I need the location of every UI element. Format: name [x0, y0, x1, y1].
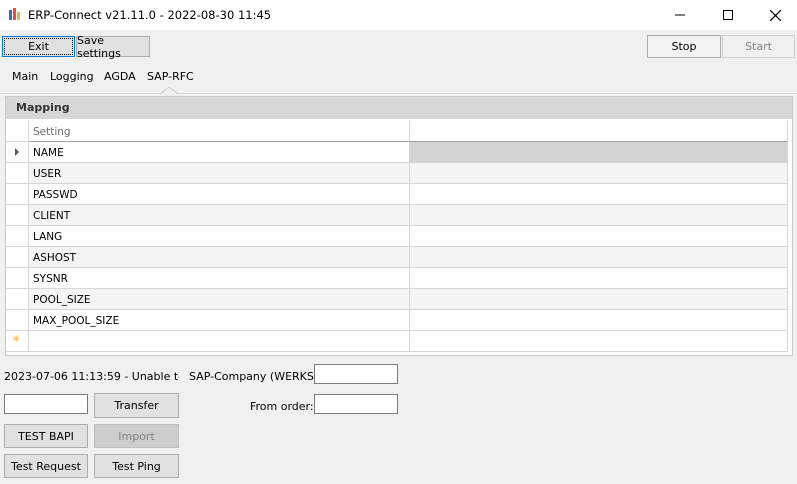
maximize-icon — [723, 10, 733, 20]
value-cell[interactable] — [410, 268, 788, 289]
from-order-input[interactable] — [314, 394, 398, 414]
start-button[interactable]: Start — [722, 35, 795, 58]
close-icon — [769, 9, 781, 21]
value-cell[interactable] — [410, 142, 788, 163]
row-header[interactable] — [6, 163, 29, 184]
tab-sap-rfc[interactable]: SAP-RFC — [147, 70, 194, 83]
new-row-header[interactable]: ✳ — [6, 331, 29, 352]
setting-cell[interactable]: PASSWD — [29, 184, 410, 205]
row-header[interactable] — [6, 247, 29, 268]
mapping-panel: Mapping Setting NAME USER PASSWD CLIENT LANG A… — [5, 96, 793, 356]
window-title: ERP-Connect v21.11.0 - 2022-08-30 11:45 — [28, 8, 272, 22]
mapping-header: Mapping — [6, 97, 792, 119]
sap-company-label: SAP-Company (WERKS): — [189, 370, 322, 383]
tab-agda[interactable]: AGDA — [104, 70, 136, 83]
row-header[interactable] — [6, 142, 29, 163]
column-header-value[interactable] — [410, 121, 788, 142]
value-cell[interactable] — [410, 226, 788, 247]
value-cell[interactable] — [410, 289, 788, 310]
from-order-label: From order: — [250, 400, 314, 413]
row-header[interactable] — [6, 205, 29, 226]
value-cell[interactable] — [410, 205, 788, 226]
setting-cell[interactable]: USER — [29, 163, 410, 184]
row-header[interactable] — [6, 184, 29, 205]
tab-divider — [0, 93, 797, 94]
value-cell[interactable] — [410, 310, 788, 331]
close-button[interactable] — [752, 0, 797, 30]
minimize-button[interactable] — [657, 0, 703, 30]
status-text: 2023-07-06 11:13:59 - Unable to sta — [4, 370, 179, 383]
row-header[interactable] — [6, 268, 29, 289]
test-bapi-button[interactable]: TEST BAPI — [4, 424, 88, 448]
sap-company-input[interactable] — [314, 364, 398, 384]
exit-button[interactable]: Exit — [2, 36, 75, 57]
setting-cell[interactable]: CLIENT — [29, 205, 410, 226]
app-icon — [8, 7, 22, 21]
transfer-button[interactable]: Transfer — [94, 393, 179, 418]
mapping-title: Mapping — [16, 101, 70, 114]
stop-button[interactable]: Stop — [647, 35, 721, 58]
transfer-input[interactable] — [4, 394, 88, 414]
setting-cell[interactable]: MAX_POOL_SIZE — [29, 310, 410, 331]
test-ping-button[interactable]: Test Ping — [94, 454, 179, 478]
value-cell[interactable] — [410, 163, 788, 184]
setting-cell[interactable]: ASHOST — [29, 247, 410, 268]
new-row-setting-cell[interactable] — [29, 331, 410, 352]
new-row-value-cell[interactable] — [410, 331, 788, 352]
setting-cell[interactable]: NAME — [29, 142, 410, 163]
tab-selected-indicator — [160, 86, 178, 94]
new-row-icon: ✳ — [12, 334, 21, 345]
row-header[interactable] — [6, 310, 29, 331]
save-settings-button[interactable]: Save settings — [76, 34, 150, 60]
row-header[interactable] — [6, 289, 29, 310]
setting-cell[interactable]: SYSNR — [29, 268, 410, 289]
grid-corner — [6, 121, 29, 142]
column-header-setting[interactable]: Setting — [29, 121, 410, 142]
minimize-icon — [675, 14, 685, 16]
title-bar: ERP-Connect v21.11.0 - 2022-08-30 11:45 — [0, 0, 797, 30]
current-row-icon — [15, 148, 19, 156]
value-cell[interactable] — [410, 184, 788, 205]
import-button[interactable]: Import — [94, 424, 179, 448]
row-header[interactable] — [6, 226, 29, 247]
setting-cell[interactable]: POOL_SIZE — [29, 289, 410, 310]
tab-main[interactable]: Main — [12, 70, 38, 83]
setting-cell[interactable]: LANG — [29, 226, 410, 247]
maximize-button[interactable] — [705, 0, 751, 30]
tab-logging[interactable]: Logging — [50, 70, 94, 83]
value-cell[interactable] — [410, 247, 788, 268]
test-request-button[interactable]: Test Request — [4, 454, 88, 478]
